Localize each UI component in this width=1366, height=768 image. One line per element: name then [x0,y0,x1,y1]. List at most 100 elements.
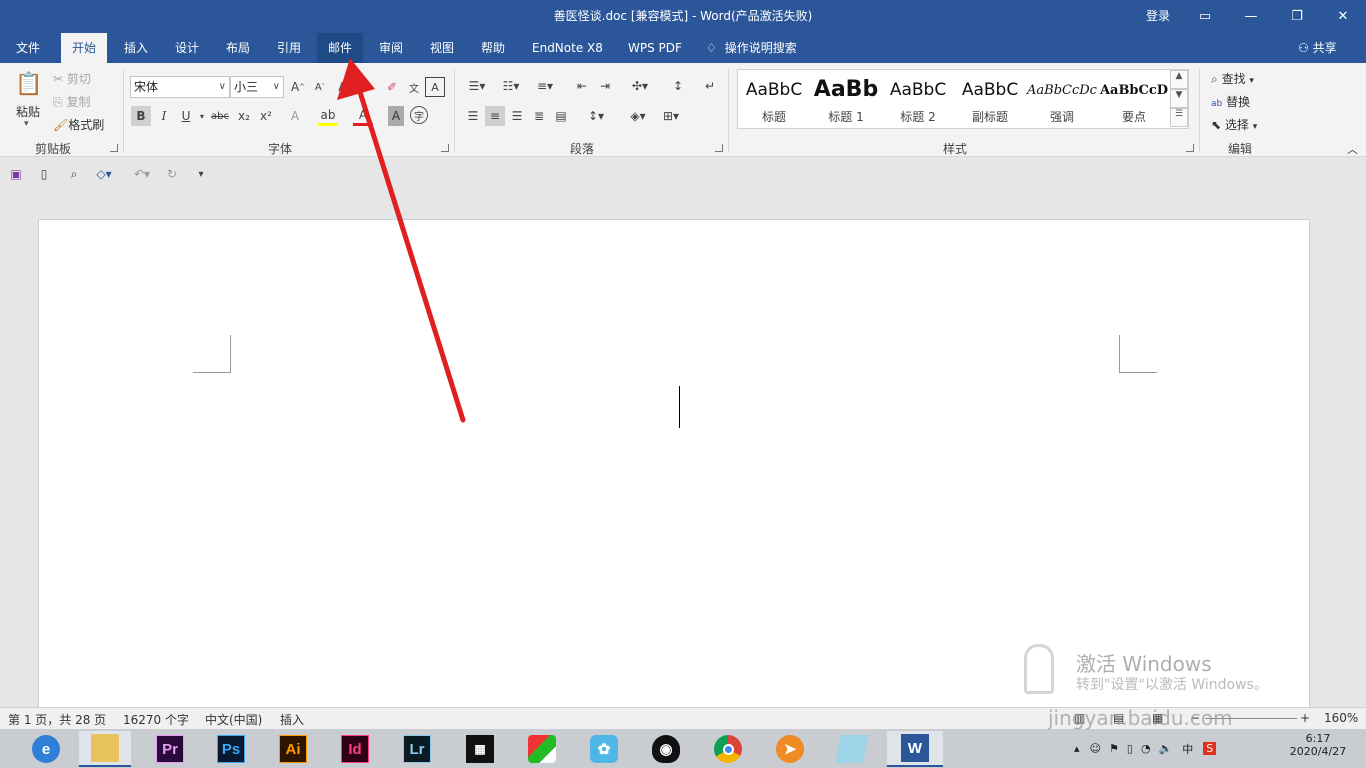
word-icon[interactable]: W [887,731,943,767]
find-button[interactable]: ⌕ 查找 ▾ [1211,70,1254,87]
select-button[interactable]: ⬉ 选择 ▾ [1211,116,1257,133]
font-color-icon[interactable]: A [353,106,373,126]
show-marks-icon[interactable]: ↵ [700,76,720,96]
new-document-icon[interactable]: ▯ [35,165,53,183]
line-spacing-icon[interactable]: ↕▾ [582,106,610,126]
qq-tray-icon[interactable]: ☺ [1090,742,1101,755]
subscript-icon[interactable]: x₂ [234,106,254,126]
chrome-icon[interactable] [702,731,754,767]
cut-button[interactable]: ✂ 剪切 [53,70,91,87]
grow-font-icon[interactable]: A ^ [288,77,308,97]
align-center-icon[interactable]: ≡ [485,106,505,126]
qq-icon[interactable]: ◉ [640,731,692,767]
network-warning-icon[interactable]: ⚑ [1109,742,1119,755]
multilevel-list-icon[interactable]: ≡▾ [531,76,559,96]
draw-table-icon[interactable]: ◇▾ [89,165,119,183]
shrink-font-icon[interactable]: Aˇ [310,77,330,97]
text-effects-icon[interactable]: A [285,106,305,126]
align-right-icon[interactable]: ☰ [507,106,527,126]
style-item[interactable]: AaBbCcD 要点 [1098,70,1170,128]
close-icon[interactable]: ✕ [1320,0,1366,32]
more-styles-icon[interactable]: ☰ [1170,108,1188,127]
paste-dropdown-icon[interactable]: ▾ [24,119,29,129]
video-editor-icon[interactable]: ▦ [454,731,506,767]
superscript-icon[interactable]: x² [256,106,276,126]
chevron-down-icon[interactable]: ▼ [1170,89,1188,108]
numbering-icon[interactable]: ☷▾ [497,76,525,96]
tab-references[interactable]: 引用 [266,33,312,63]
clear-formatting-icon[interactable]: ✐ [382,77,402,97]
styles-launcher-icon[interactable] [1186,144,1194,152]
sogou-icon[interactable]: S [1203,742,1217,755]
copy-button[interactable]: ⎘ 复制 [53,93,90,110]
italic-icon[interactable]: I [154,106,174,126]
character-shading-icon[interactable]: A [388,106,404,126]
notes-app-icon[interactable] [826,731,878,767]
tell-me-search[interactable]: ♢ 操作说明搜索 [706,33,797,63]
redo-icon[interactable]: ↻ [163,165,181,183]
format-painter-button[interactable]: 🖌格式刷 [53,116,104,133]
share-button[interactable]: ⚇ 共享 [1298,33,1337,63]
replace-button[interactable]: ab 替换 [1211,93,1250,110]
photoshop-icon[interactable]: Ps [205,731,257,767]
tab-file[interactable]: 文件 [5,33,51,63]
minimize-icon[interactable]: — [1228,0,1274,32]
font-name-combo[interactable]: 宋体 ∨ [130,76,230,98]
tab-home[interactable]: 开始 [61,33,108,63]
lightroom-icon[interactable]: Lr [391,731,443,767]
restore-icon[interactable]: ❐ [1274,0,1320,32]
underline-icon[interactable]: U [176,106,196,126]
ime-indicator[interactable]: 中 [1182,741,1193,757]
premiere-icon[interactable]: Pr [144,731,196,767]
save-icon[interactable]: ▣ [7,165,25,183]
tab-view[interactable]: 视图 [419,33,465,63]
enclose-characters-icon[interactable]: 字 [410,106,428,124]
clipboard-launcher-icon[interactable] [110,144,118,152]
word-count[interactable]: 16270 个字 [123,711,189,728]
battery-icon[interactable]: ▯ [1127,742,1133,755]
bird-app-icon[interactable]: ✿ [578,731,630,767]
highlight-icon[interactable]: ab [318,106,338,126]
collapse-ribbon-icon[interactable]: ︿ [1347,141,1358,157]
character-border-icon[interactable]: A [425,77,445,97]
insert-mode[interactable]: 插入 [280,711,304,728]
paste-icon[interactable]: 📋 [14,69,44,99]
decrease-indent-icon[interactable]: ⇤ [572,76,592,96]
tab-design[interactable]: 设计 [164,33,210,63]
style-item[interactable]: AaBbCcDc 强调 [1026,70,1098,128]
photo-app-icon[interactable] [516,731,568,767]
print-preview-icon[interactable]: ⌕ [65,165,83,183]
borders-icon[interactable]: ⊞▾ [657,106,685,126]
tab-insert[interactable]: 插入 [113,33,159,63]
file-explorer-icon[interactable] [79,731,131,767]
customize-qat-icon[interactable]: ▾ [193,165,209,183]
chinese-layout-icon[interactable]: ✣▾ [626,76,654,96]
volume-icon[interactable]: 🔈 [1159,742,1173,755]
language-indicator[interactable]: 中文(中国) [205,711,262,728]
shading-icon[interactable]: ◈▾ [624,106,652,126]
paste-button[interactable]: 粘贴 [16,103,40,120]
style-item[interactable]: AaBbC 标题 2 [882,70,954,128]
paragraph-launcher-icon[interactable] [715,144,723,152]
chevron-up-icon[interactable]: ▲ [1170,70,1188,89]
edge-icon[interactable]: e [20,731,72,767]
tab-help[interactable]: 帮助 [470,33,516,63]
illustrator-icon[interactable]: Ai [267,731,319,767]
login-link[interactable]: 登录 [1146,7,1170,24]
tab-layout[interactable]: 布局 [215,33,261,63]
orange-app-icon[interactable]: ➤ [764,731,816,767]
zoom-level[interactable]: 160% [1324,711,1358,725]
bold-icon[interactable]: B [131,106,151,126]
justify-icon[interactable]: ≣ [529,106,549,126]
align-left-icon[interactable]: ☰ [463,106,483,126]
sort-icon[interactable]: ↕ [668,76,688,96]
undo-icon[interactable]: ↶▾ [128,165,156,183]
underline-dropdown-icon[interactable]: ▾ [197,106,207,126]
indesign-icon[interactable]: Id [329,731,381,767]
bullets-icon[interactable]: ☰▾ [463,76,491,96]
style-item[interactable]: AaBbC 副标题 [954,70,1026,128]
page-count[interactable]: 第 1 页，共 28 页 [8,711,106,728]
tab-endnote[interactable]: EndNote X8 [521,33,614,63]
style-item[interactable]: AaBb 标题 1 [810,70,882,128]
ribbon-display-options-icon[interactable]: ▭ [1182,0,1228,32]
